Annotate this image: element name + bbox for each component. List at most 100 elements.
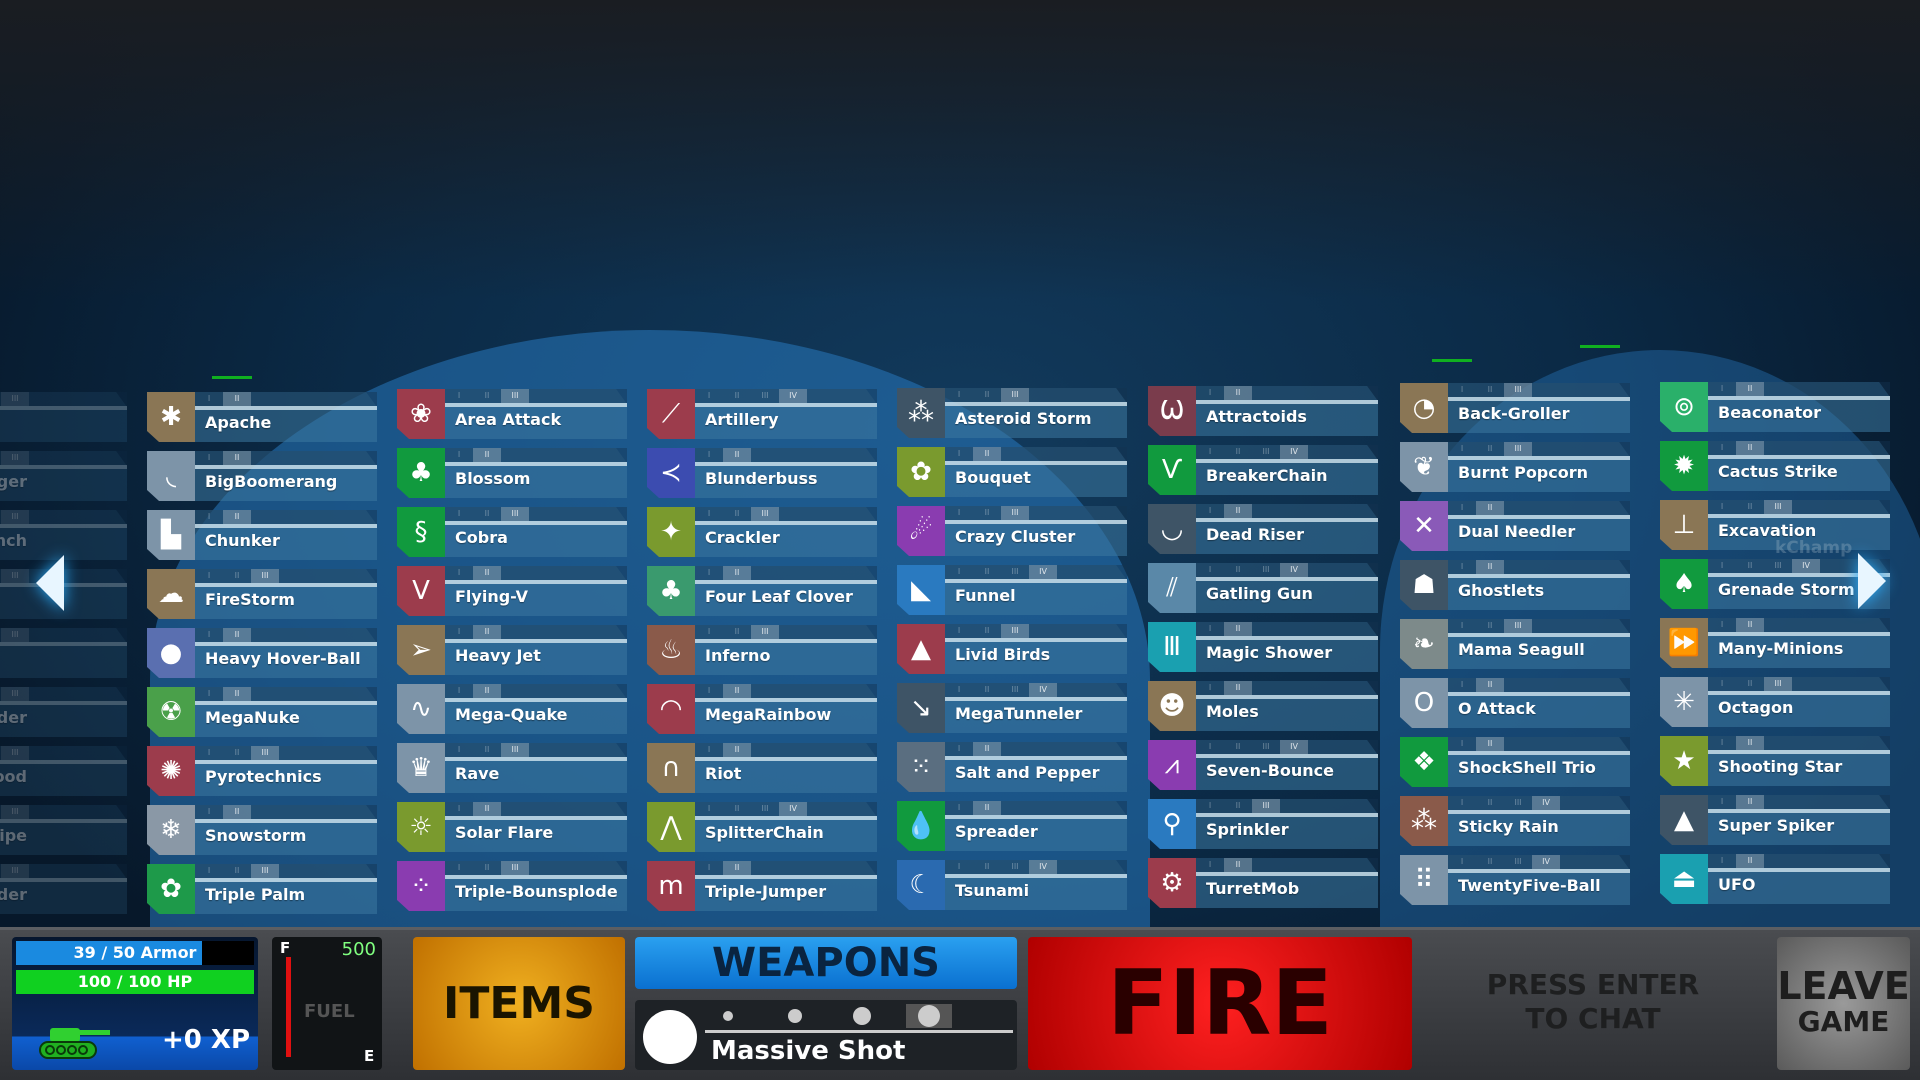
weapon-card[interactable]: ↘ I II III IV MegaTunneler	[897, 683, 1127, 733]
weapon-card[interactable]: ⟋ I II III IV Artillery	[647, 389, 877, 439]
weapon-card-partial[interactable]: IIIIII	[0, 628, 127, 678]
weapon-card-partial[interactable]: IIIIII ger	[0, 451, 127, 501]
weapon-card[interactable]: ✳ I II III Octagon	[1660, 677, 1890, 727]
weapon-card-partial[interactable]: IIIIII	[0, 392, 127, 442]
flame-icon: ♨	[647, 625, 695, 675]
weapon-card[interactable]: § I II III Cobra	[397, 507, 627, 557]
weapon-card[interactable]: ✕ I II Dual Needler	[1400, 501, 1630, 551]
items-button[interactable]: ITEMS	[413, 937, 625, 1070]
tier-tab: II	[973, 742, 1001, 756]
weapon-card[interactable]: ☁ I II III FireStorm	[147, 569, 377, 619]
weapon-card[interactable]: Ⅲ I II Magic Shower	[1148, 622, 1378, 672]
weapon-card[interactable]: ♠ I II III IV Grenade Storm	[1660, 559, 1890, 609]
weapons-button[interactable]: WEAPONS	[635, 937, 1017, 989]
tier-tab: I	[1720, 384, 1724, 393]
weapon-card-partial[interactable]: IIIIII ood	[0, 746, 127, 796]
weapon-card[interactable]: ☢ I II MegaNuke	[147, 687, 377, 737]
tier-tab: III	[1, 746, 29, 760]
weapon-card[interactable]: ● I II Heavy Hover-Ball	[147, 628, 377, 678]
weapon-card[interactable]: ☗ I II Ghostlets	[1400, 560, 1630, 610]
weapon-card[interactable]: ☻ I II Moles	[1148, 681, 1378, 731]
weapon-card[interactable]: ✿ I II III Triple Palm	[147, 864, 377, 914]
next-page-arrow-icon[interactable]	[1858, 553, 1886, 609]
weapon-card[interactable]: ⏩ I II Many-Minions	[1660, 618, 1890, 668]
weapon-card[interactable]: ✱ I II Apache	[147, 392, 377, 442]
weapon-card-partial[interactable]: IIIIII ounder	[0, 864, 127, 914]
weapon-card[interactable]: ☾ I II III IV Tsunami	[897, 860, 1127, 910]
weapon-card[interactable]: ▙ I II Chunker	[147, 510, 377, 560]
weapon-card[interactable]: ❖ I II ShockShell Trio	[1400, 737, 1630, 787]
weapon-card[interactable]: ▲ I II III Livid Birds	[897, 624, 1127, 674]
tier-tab: III	[501, 743, 529, 757]
previous-page-arrow-icon[interactable]	[36, 555, 64, 611]
weapon-card[interactable]: V I II Flying-V	[397, 566, 627, 616]
weapon-card[interactable]: ◡ I II Dead Riser	[1148, 504, 1378, 554]
weapon-card[interactable]: ♨ I II III Inferno	[647, 625, 877, 675]
weapon-card[interactable]: ◠ I II MegaRainbow	[647, 684, 877, 734]
weapon-card[interactable]: ✿ I II Bouquet	[897, 447, 1127, 497]
fuel-empty-label: E	[364, 1047, 375, 1065]
minions-icon: ⏩	[1660, 618, 1708, 668]
weapon-card[interactable]: O I II O Attack	[1400, 678, 1630, 728]
weapon-card[interactable]: m I II Triple-Jumper	[647, 861, 877, 911]
weapon-card[interactable]: ♛ I II III Rave	[397, 743, 627, 793]
selected-weapon-panel[interactable]: Massive Shot	[635, 1000, 1017, 1070]
weapon-card[interactable]: Ѡ I II Attractoids	[1148, 386, 1378, 436]
weapon-card[interactable]: ✹ I II Cactus Strike	[1660, 441, 1890, 491]
weapon-card-partial[interactable]: IIIIII nipe	[0, 805, 127, 855]
power-level-4[interactable]	[906, 1004, 952, 1028]
weapon-card[interactable]: ⁙ I II Salt and Pepper	[897, 742, 1127, 792]
weapon-name: Pyrotechnics	[205, 767, 322, 786]
divider	[1196, 577, 1378, 581]
tier-tabs: IIIIII	[445, 507, 627, 521]
weapon-card[interactable]: ⚲ I II III Sprinkler	[1148, 799, 1378, 849]
weapon-card[interactable]: ▲ I II Super Spiker	[1660, 795, 1890, 845]
leave-game-button[interactable]: LEAVE GAME	[1777, 937, 1910, 1070]
weapon-card[interactable]: 💧 I II Spreader	[897, 801, 1127, 851]
beacon-icon: ⊚	[1660, 382, 1708, 432]
weapon-card[interactable]: ◟ I II BigBoomerang	[147, 451, 377, 501]
weapon-card[interactable]: ❧ I II III Mama Seagull	[1400, 619, 1630, 669]
weapon-card[interactable]: ⫽ I II III IV Gatling Gun	[1148, 563, 1378, 613]
weapon-card[interactable]: ⏏ I II UFO	[1660, 854, 1890, 904]
weapon-card[interactable]: ∿ I II Mega-Quake	[397, 684, 627, 734]
weapon-card[interactable]: ➢ I II Heavy Jet	[397, 625, 627, 675]
weapon-card[interactable]: ◔ I II III Back-Groller	[1400, 383, 1630, 433]
weapon-card[interactable]: ⁂ I II III IV Sticky Rain	[1400, 796, 1630, 846]
power-level-1[interactable]	[705, 1004, 751, 1028]
weapon-name: BreakerChain	[1206, 466, 1328, 485]
weapon-card[interactable]: ⋀ I II III IV SplitterChain	[647, 802, 877, 852]
weapon-card[interactable]: ✦ I II III Crackler	[647, 507, 877, 557]
helicopter-icon: ✱	[147, 392, 195, 442]
fire-button[interactable]: FIRE	[1028, 937, 1412, 1070]
power-level-2[interactable]	[772, 1004, 818, 1028]
weapon-card-partial[interactable]: IIIIII uilder	[0, 687, 127, 737]
weapon-card[interactable]: ❀ I II III Area Attack	[397, 389, 627, 439]
weapon-card[interactable]: ☼ I II Solar Flare	[397, 802, 627, 852]
artillery-icon: ⟋	[647, 389, 695, 439]
weapon-card[interactable]: ⊚ I II Beaconator	[1660, 382, 1890, 432]
weapon-card[interactable]: ⁘ I II III Triple-Bounsplode	[397, 861, 627, 911]
weapon-card[interactable]: ∩ I II Riot	[647, 743, 877, 793]
weapon-card[interactable]: ♣ I II Four Leaf Clover	[647, 566, 877, 616]
weapon-card[interactable]: ◣ I II III IV Funnel	[897, 565, 1127, 615]
power-level-3[interactable]	[839, 1004, 885, 1028]
weapon-card-partial[interactable]: IIIIII n-Launch	[0, 510, 127, 560]
tier-tab: I	[1720, 561, 1724, 570]
weapon-card[interactable]: ★ I II Shooting Star	[1660, 736, 1890, 786]
weapon-card[interactable]: ❦ I II III Burnt Popcorn	[1400, 442, 1630, 492]
weapon-card[interactable]: Ѵ I II III IV BreakerChain	[1148, 445, 1378, 495]
tier-tab: II	[1736, 618, 1764, 632]
weapon-name: Sprinkler	[1206, 820, 1289, 839]
weapon-card[interactable]: ♣ I II Blossom	[397, 448, 627, 498]
tier-tab: III	[251, 746, 279, 760]
weapon-card[interactable]: ⚙ I II TurretMob	[1148, 858, 1378, 908]
weapon-card[interactable]: ⁂ I II III Asteroid Storm	[897, 388, 1127, 438]
weapon-card[interactable]: ⩘ I II III IV Seven-Bounce	[1148, 740, 1378, 790]
weapon-card[interactable]: ❄ I II Snowstorm	[147, 805, 377, 855]
weapon-card[interactable]: ☄ I II III Crazy Cluster	[897, 506, 1127, 556]
tier-tab: II	[223, 805, 251, 819]
weapon-card[interactable]: ⠿ I II III IV TwentyFive-Ball	[1400, 855, 1630, 905]
weapon-card[interactable]: ✺ I II III Pyrotechnics	[147, 746, 377, 796]
weapon-card[interactable]: ≺ I II Blunderbuss	[647, 448, 877, 498]
